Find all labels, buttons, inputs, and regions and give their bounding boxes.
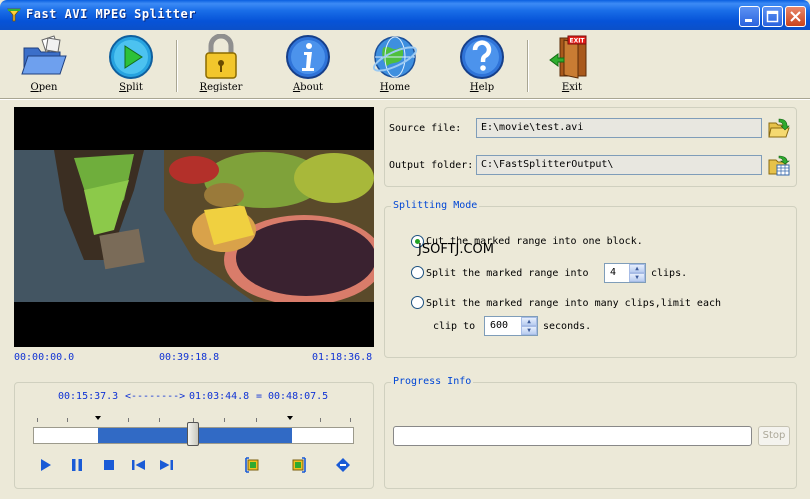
source-file-field[interactable]: E:\movie\test.avi (476, 118, 762, 138)
stop-icon[interactable] (101, 457, 117, 473)
slider-tick (67, 418, 68, 422)
folder-open-icon (768, 118, 790, 138)
slider-thumb[interactable] (187, 422, 199, 446)
mode-n-clips-radio[interactable] (411, 266, 424, 279)
exit-sign-text: EXIT (569, 38, 585, 45)
folder-grid-icon (768, 155, 790, 176)
clip-seconds-stepper[interactable]: 600 ▲ ▼ (484, 316, 538, 336)
slider-tick (320, 418, 321, 422)
play-circle-icon (109, 35, 153, 79)
clip-seconds-arrows[interactable]: ▲ ▼ (521, 317, 537, 335)
slider-tick (224, 418, 225, 422)
video-frame-image (14, 150, 374, 302)
progress-info-legend: Progress Info (391, 376, 474, 387)
slider-tick (350, 418, 351, 422)
step-forward-icon[interactable] (158, 457, 174, 473)
split-label: Split (119, 82, 143, 93)
register-button[interactable]: Register (191, 34, 251, 96)
close-icon (790, 11, 801, 22)
browse-source-button[interactable] (767, 117, 791, 139)
app-icon (7, 8, 21, 22)
time-current: 00:39:18.8 (159, 352, 220, 363)
minimize-button[interactable] (739, 6, 760, 27)
mode-n-clips-label: Split the marked range into (426, 268, 589, 279)
clip-count-value: 4 (610, 267, 617, 278)
mode-n-clips-suffix: clips. (651, 268, 688, 279)
play-icon[interactable] (38, 457, 54, 473)
toolbar-separator (176, 40, 178, 92)
about-label: About (292, 82, 324, 93)
maximize-icon (766, 10, 779, 23)
help-label: Help (469, 82, 495, 93)
globe-icon (372, 36, 418, 78)
help-button[interactable]: Help (452, 34, 512, 96)
window-title: Fast AVI MPEG Splitter (26, 7, 196, 21)
mode-limit-label: Split the marked range into many clips,l… (426, 298, 722, 309)
title-bar: Fast AVI MPEG Splitter (0, 0, 810, 30)
range-equals: = (256, 391, 263, 402)
output-folder-label: Output folder: (389, 160, 474, 171)
range-length: 00:48:07.5 (268, 391, 329, 402)
output-folder-field[interactable]: C:\FastSplitterOutput\ (476, 155, 762, 175)
maximize-button[interactable] (762, 6, 783, 27)
time-end: 01:18:36.8 (312, 352, 373, 363)
open-button[interactable]: Open (14, 34, 74, 96)
help-icon (460, 35, 504, 79)
mark-start-icon[interactable] (245, 457, 261, 473)
splitting-mode-panel: Splitting Mode (384, 200, 797, 358)
mark-end-icon[interactable] (290, 457, 306, 473)
chevron-down-icon[interactable]: ▼ (521, 326, 537, 335)
chevron-up-icon[interactable]: ▲ (521, 317, 537, 326)
range-start-marker[interactable] (95, 416, 101, 420)
mode-limit-prefix: clip to (433, 321, 476, 332)
step-back-icon[interactable] (131, 457, 147, 473)
register-label: Register (199, 82, 243, 93)
chevron-down-icon[interactable]: ▼ (629, 273, 645, 282)
about-button[interactable]: About (278, 34, 338, 96)
open-label: Open (30, 82, 58, 93)
toolbar-separator (527, 40, 529, 92)
home-label: Home (379, 82, 411, 93)
goto-range-icon[interactable] (335, 457, 351, 473)
open-folder-icon (21, 35, 67, 75)
range-end-marker[interactable] (287, 416, 293, 420)
toolbar-divider (0, 98, 810, 100)
watermark-text: JSOFTJ.COM (418, 242, 495, 257)
browse-output-button[interactable] (767, 154, 791, 176)
slider-tick (159, 418, 160, 422)
close-button[interactable] (785, 6, 806, 27)
slider-tick (256, 418, 257, 422)
clip-count-stepper[interactable]: 4 ▲ ▼ (604, 263, 646, 283)
range-end: 01:03:44.8 (189, 391, 250, 402)
clip-count-arrows[interactable]: ▲ ▼ (629, 264, 645, 282)
exit-door-icon: EXIT (549, 35, 587, 79)
splitting-mode-legend: Splitting Mode (391, 200, 480, 211)
chevron-up-icon[interactable]: ▲ (629, 264, 645, 273)
padlock-icon (205, 34, 237, 79)
stop-button[interactable]: Stop (758, 426, 790, 446)
mode-limit-suffix: seconds. (543, 321, 592, 332)
exit-button[interactable]: EXIT Exit (542, 34, 602, 96)
range-start: 00:15:37.3 (58, 391, 119, 402)
source-file-label: Source file: (389, 123, 462, 134)
home-button[interactable]: Home (365, 34, 425, 96)
pause-icon[interactable] (69, 457, 85, 473)
toolbar: Open Split Register About Home Help EXIT… (0, 30, 810, 98)
split-button[interactable]: Split (101, 34, 161, 96)
clip-seconds-value: 600 (490, 320, 509, 331)
time-start: 00:00:00.0 (14, 352, 75, 363)
range-arrow: <--------> (125, 391, 186, 402)
exit-label: Exit (561, 82, 583, 93)
video-preview (14, 107, 374, 347)
progress-bar (393, 426, 752, 446)
info-icon (286, 35, 330, 79)
mode-limit-radio[interactable] (411, 296, 424, 309)
minimize-icon (745, 19, 752, 22)
slider-tick (37, 418, 38, 422)
slider-tick (128, 418, 129, 422)
